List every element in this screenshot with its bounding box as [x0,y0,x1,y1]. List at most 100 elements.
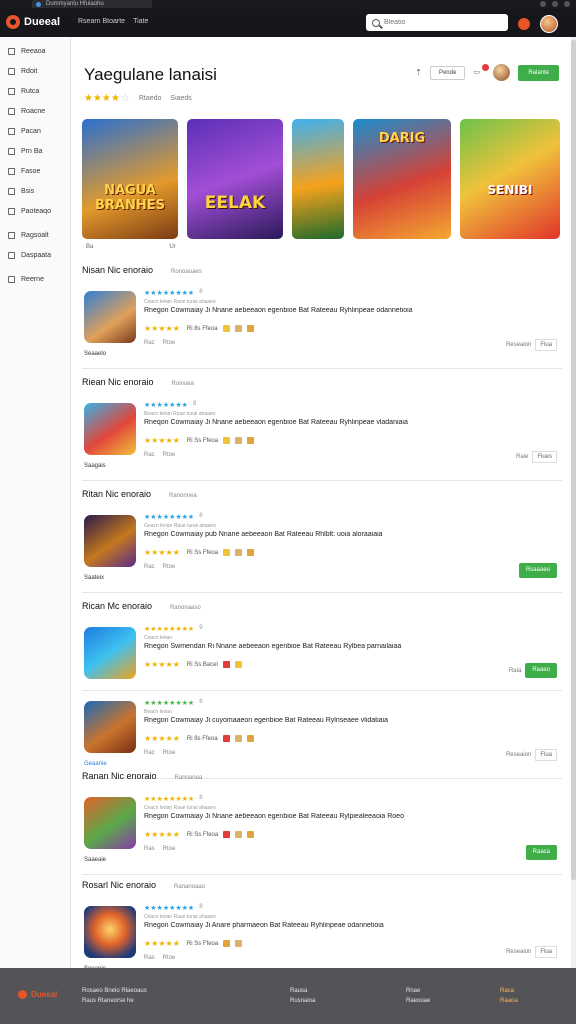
favicon-icon [36,2,41,7]
more-button[interactable]: Flues [532,451,557,463]
sidebar-item-5[interactable]: Pacan [0,121,70,141]
more-button[interactable]: Flua [535,946,557,958]
list-item[interactable]: Saateix ★★★★★★★★ 8 Geacn lerian Raue tuna… [82,509,562,593]
sidebar-item-3[interactable]: Rutca [0,81,70,101]
search-box[interactable] [366,14,508,31]
footer-link[interactable]: Rusnaioa [290,998,315,1004]
maximize-icon[interactable] [552,1,558,7]
app-icon[interactable] [84,906,136,958]
pin-icon[interactable]: ⇡ [415,68,422,77]
app-icon[interactable] [84,797,136,849]
close-icon[interactable] [564,1,570,7]
gear-icon [8,251,15,259]
app-name[interactable]: Saaeaie [84,857,106,863]
footer-link[interactable]: Raaoa [500,998,518,1004]
more-button[interactable]: Flua [535,339,557,351]
scrollbar-thumb[interactable] [571,40,576,880]
notification-icon[interactable] [518,18,530,30]
app-icon[interactable] [84,291,136,343]
app-icon[interactable] [84,627,136,679]
logo-icon [6,15,20,29]
sidebar-item-1[interactable]: Reeaoa [0,41,70,61]
sidebar-item-label: Paoteaqo [21,207,51,215]
search-input[interactable] [384,19,494,26]
footer-link[interactable]: Raca [500,988,518,994]
more-button[interactable]: Flua [535,749,557,761]
badge-icon [235,940,243,947]
app-name[interactable]: Saateix [84,575,104,581]
primary-cta-button[interactable]: Ralante [518,64,559,81]
top-nav-item-2[interactable]: Tiate [133,18,148,25]
featured-banner-2[interactable]: EELAK [187,119,283,239]
chart-icon [8,87,15,95]
sidebar-item-6[interactable]: Prn Ba [0,141,70,161]
featured-banner-4[interactable]: DARIG [353,119,451,239]
sidebar-item-11[interactable]: Daspaata [0,245,70,265]
footer-link[interactable]: Raus Rtaneorse he [82,998,147,1004]
app-stars: ★★★★★★★★ 9 [144,625,203,633]
install-button[interactable]: Raaca [525,845,557,860]
sidebar-item-9[interactable]: Paoteaqo [0,201,70,221]
footer-link[interactable]: Raeooae [406,998,430,1004]
minimize-icon[interactable] [540,1,546,7]
list-item[interactable]: Saagais ★★★★★★★ 8 Beacn lerian Raue tunai… [82,397,562,481]
list-item[interactable]: Geaanie ★★★★★★★★ 8 Beacn lerian Rnegon Co… [82,695,562,779]
app-stars: ★★★★★★★★ 8 [144,699,203,707]
app-subline: Ceacn lerian Raue tunai ahaaeo [144,805,216,811]
sidebar-item-4[interactable]: Roacne [0,101,70,121]
app-icon[interactable] [84,403,136,455]
sidebar-item-8[interactable]: Bsis [0,181,70,201]
app-icon[interactable] [84,701,136,753]
top-nav-item-1[interactable]: Rsearn Btoarte [78,18,125,25]
page-rating: ★★★★ ☆ Rtaedo Siaeds [84,93,192,104]
featured-banner-5[interactable]: SENIBI [460,119,560,239]
featured-banner-3[interactable] [292,119,344,239]
badge-icon [222,325,230,332]
app-icon[interactable] [84,515,136,567]
page-title: Yaegulane lanaisi [84,65,217,84]
browser-tab-title: Dummyanlu Hfulaohu [46,1,104,7]
details-link[interactable]: Reseaion [506,752,531,758]
window-controls [540,1,570,7]
sidebar-item-label: Prn Ba [21,147,43,155]
footer: Dueeal Rosaeo Bnelo Rlaeoaus Raus Rtaneor… [0,968,576,1024]
row-actions: Reseaion Flua [506,749,557,761]
featured-banner-1[interactable]: NAGUA BRANHES [82,119,178,239]
sidebar-item-12[interactable]: Reerne [0,269,70,289]
logo[interactable]: Dueeal [6,15,60,29]
sidebar-item-7[interactable]: Fasoe [0,161,70,181]
details-link[interactable]: Raia [509,668,521,674]
filter-button[interactable]: Pende [429,65,466,80]
details-link[interactable]: Reseaion [506,342,531,348]
list-item[interactable]: Saaeaie ★★★★★★★★ 8 Ceacn lerian Raue tuna… [82,791,562,875]
list-item[interactable]: ★★★★★★★★ 9 Ceacn lerian Rnegon Swmendan R… [82,621,562,691]
user-avatar[interactable] [540,15,558,33]
banner-title: EELAK [204,193,266,213]
featured-carousel: NAGUA BRANHES EELAK DARIG SENIBI [82,119,560,239]
details-link[interactable]: Raie [516,454,528,460]
browser-tab[interactable]: Dummyanlu Hfulaohu [32,0,152,8]
badge-icon [222,735,230,742]
list-icon [8,167,15,175]
app-meta: Raz Rtoe [144,340,176,346]
install-button[interactable]: Raaeo [525,663,557,678]
alerts-icon[interactable]: ▭ [473,63,490,78]
footer-col-1: Rosaeo Bnelo Rlaeoaus Raus Rtaneorse he [82,988,147,1004]
sidebar-item-2[interactable]: Rdoit [0,61,70,81]
footer-logo[interactable]: Dueeal [18,990,57,999]
app-name[interactable]: Geaanie [84,761,107,767]
section-subtitle: Ranonaaso [170,605,201,611]
sidebar-item-10[interactable]: Ragsoalt [0,225,70,245]
app-name[interactable]: Seaaelo [84,351,106,357]
install-button[interactable]: Rsaaaeo [518,563,557,578]
badge-icon [247,549,255,556]
page-avatar[interactable] [493,64,511,81]
app-rating: ★★★★★ Ri Ss Ffeoa [144,548,255,557]
list-item[interactable]: Seaaelo ★★★★★★★★ 8 Ceacn lerian Rane tuna… [82,285,562,369]
app-stars: ★★★★★★★★ 8 [144,289,203,297]
footer-link[interactable]: Rnae [406,988,430,994]
footer-link[interactable]: Rosaeo Bnelo Rlaeoaus [82,988,147,994]
footer-link[interactable]: Rausa [290,988,315,994]
app-name[interactable]: Saagais [84,463,106,469]
details-link[interactable]: Reseaion [506,949,531,955]
